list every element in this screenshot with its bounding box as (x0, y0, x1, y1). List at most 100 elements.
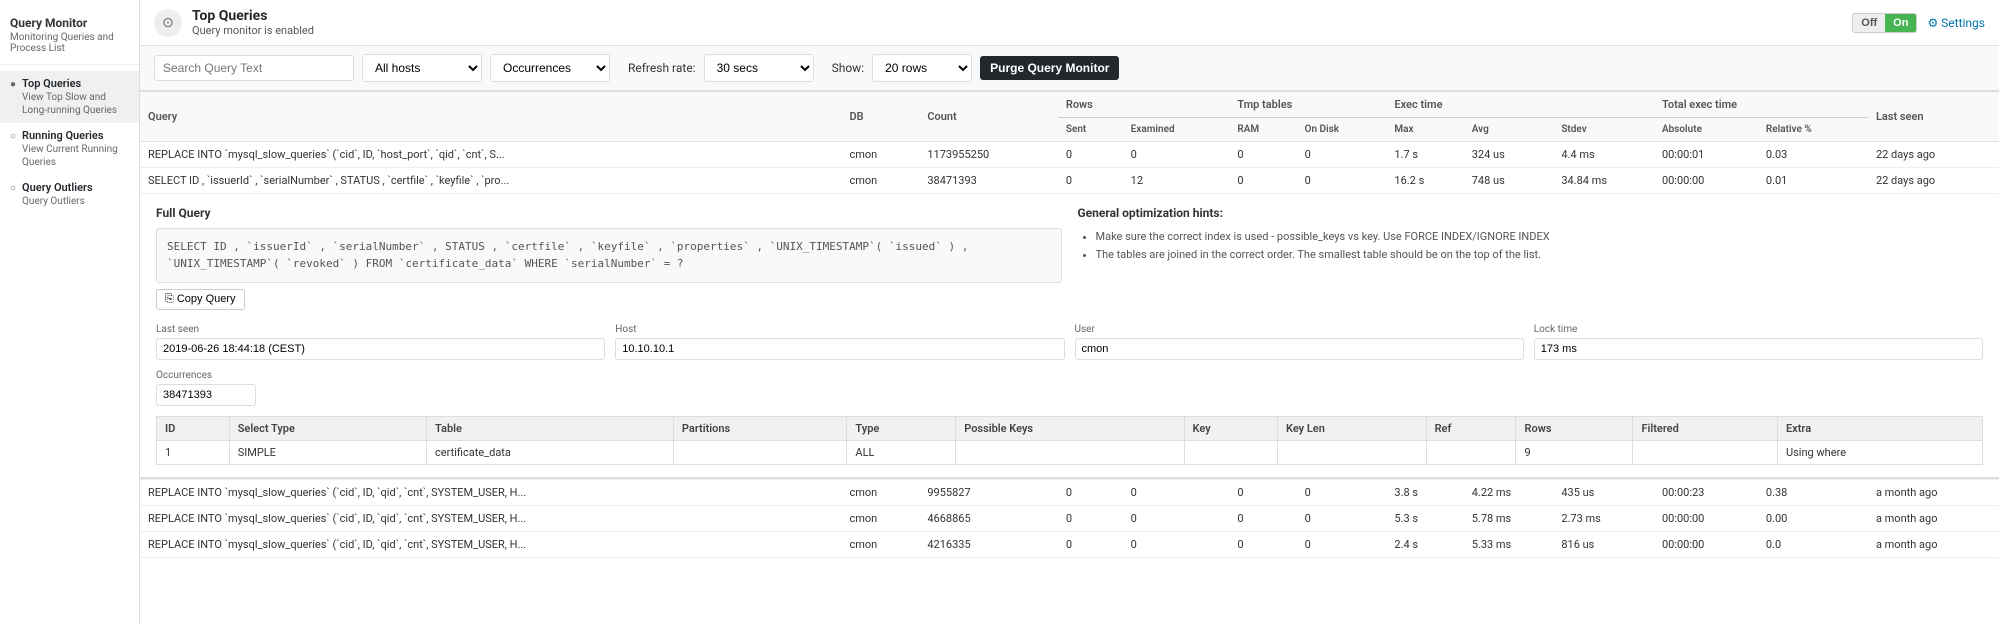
explain-th: Filtered (1633, 417, 1778, 441)
monitor-toggle[interactable]: Off On (1852, 13, 1917, 33)
sidebar-item-query-outliers[interactable]: ○ Query Outliers Query Outliers (0, 175, 139, 214)
cell-tmp-disk: 0 (1297, 168, 1387, 194)
cell-db: cmon (842, 168, 920, 194)
explain-ref (1426, 441, 1516, 465)
cell-exec-avg: 5.33 ms (1464, 532, 1554, 558)
sidebar-item-desc: View Current Running Queries (22, 143, 129, 169)
explain-th: Table (427, 417, 674, 441)
explain-possible-keys (956, 441, 1184, 465)
sidebar-item-top-queries[interactable]: ● Top Queries View Top Slow and Long-run… (0, 71, 139, 123)
sidebar-item-running-queries[interactable]: ○ Running Queries View Current Running Q… (0, 123, 139, 175)
toggle-off-button[interactable]: Off (1853, 14, 1885, 32)
hint-item: Make sure the correct index is used - po… (1096, 228, 1984, 246)
occurrences-label: Occurrences (156, 370, 1983, 381)
cell-last-seen: 22 days ago (1868, 168, 1999, 194)
meta-user: User (1075, 324, 1524, 360)
th-count: Count (919, 92, 1057, 142)
topbar-title-block: Top Queries Query monitor is enabled (192, 8, 1842, 37)
explain-th: Select Type (229, 417, 426, 441)
refresh-label: Refresh rate: (628, 61, 696, 75)
explain-th: Extra (1777, 417, 1982, 441)
cell-tmp-ram: 0 (1229, 506, 1296, 532)
explain-row: 1 SIMPLE certificate_data ALL 9 Using wh… (157, 441, 1983, 465)
cell-query: REPLACE INTO `mysql_slow_queries` (`cid`… (140, 480, 842, 506)
refresh-select[interactable]: 30 secs (704, 54, 814, 82)
hosts-select[interactable]: All hosts (362, 54, 482, 82)
explain-select-type: SIMPLE (229, 441, 426, 465)
cell-total-abs: 00:00:01 (1654, 142, 1758, 168)
explain-th: Partitions (673, 417, 847, 441)
cell-exec-stdev: 435 us (1553, 480, 1654, 506)
cell-total-rel: 0.01 (1758, 168, 1868, 194)
purge-button[interactable]: Purge Query Monitor (980, 56, 1119, 80)
cell-exec-max: 5.3 s (1386, 506, 1463, 532)
cell-exec-stdev: 4.4 ms (1553, 142, 1654, 168)
cell-tmp-ram: 0 (1229, 142, 1296, 168)
sidebar-header: Query Monitor Monitoring Queries and Pro… (0, 8, 139, 65)
cell-rows-examined: 0 (1123, 532, 1230, 558)
table-row[interactable]: REPLACE INTO `mysql_slow_queries` (`cid`… (140, 480, 1999, 506)
cell-exec-stdev: 2.73 ms (1553, 506, 1654, 532)
circle-icon: ○ (10, 183, 16, 194)
cell-last-seen: 22 days ago (1868, 142, 1999, 168)
th-tmp-group: Tmp tables (1229, 92, 1386, 118)
occurrences-section: Occurrences (156, 370, 1983, 406)
hints-section: General optimization hints: Make sure th… (1078, 206, 1984, 310)
th-total-group: Total exec time (1654, 92, 1868, 118)
cell-tmp-disk: 0 (1297, 506, 1387, 532)
occurrences-input[interactable] (156, 384, 256, 406)
cell-total-abs: 00:00:00 (1654, 506, 1758, 532)
explain-partitions (673, 441, 847, 465)
cell-count: 9955827 (919, 480, 1057, 506)
cell-total-rel: 0.03 (1758, 142, 1868, 168)
cell-exec-max: 1.7 s (1386, 142, 1463, 168)
cell-count: 4668865 (919, 506, 1057, 532)
cell-tmp-disk: 0 (1297, 142, 1387, 168)
circle-icon: ● (10, 79, 16, 90)
cell-exec-avg: 4.22 ms (1464, 480, 1554, 506)
th-db: DB (842, 92, 920, 142)
table-row[interactable]: REPLACE INTO `mysql_slow_queries` (`cid`… (140, 532, 1999, 558)
cell-query: SELECT ID , `issuerId` , `serialNumber` … (140, 168, 842, 194)
th-query: Query (140, 92, 842, 142)
full-query-section: Full Query SELECT ID , `issuerId` , `ser… (156, 206, 1062, 310)
app-subtitle: Monitoring Queries and Process List (10, 32, 129, 54)
meta-grid: Last seen Host User Lock time (156, 324, 1983, 360)
toggle-on-button[interactable]: On (1885, 14, 1916, 32)
sidebar-item-label: Running Queries (22, 129, 129, 142)
meta-lock-time: Lock time (1534, 324, 1983, 360)
table-row[interactable]: SELECT ID , `issuerId` , `serialNumber` … (140, 168, 1999, 194)
cell-tmp-ram: 0 (1229, 480, 1296, 506)
settings-button[interactable]: ⚙ Settings (1927, 16, 1985, 30)
table-row[interactable]: REPLACE INTO `mysql_slow_queries` (`cid`… (140, 142, 1999, 168)
explain-filtered (1633, 441, 1778, 465)
host-input[interactable] (615, 338, 1064, 360)
cell-total-rel: 0.00 (1758, 506, 1868, 532)
cell-rows-examined: 0 (1123, 480, 1230, 506)
th-stdev: Stdev (1553, 118, 1654, 142)
user-input[interactable] (1075, 338, 1524, 360)
cell-tmp-ram: 0 (1229, 168, 1296, 194)
cell-rows-examined: 0 (1123, 506, 1230, 532)
last-seen-input[interactable] (156, 338, 605, 360)
app-icon: ⊙ (154, 9, 182, 37)
lock-time-input[interactable] (1534, 338, 1983, 360)
show-select[interactable]: 20 rows (872, 54, 972, 82)
cell-rows-sent: 0 (1058, 480, 1123, 506)
explain-table: IDSelect TypeTablePartitionsTypePossible… (156, 416, 1983, 465)
explain-key (1184, 441, 1277, 465)
search-input[interactable] (154, 55, 354, 81)
th-exec-group: Exec time (1386, 92, 1654, 118)
cell-tmp-ram: 0 (1229, 532, 1296, 558)
expanded-row: Full Query SELECT ID , `issuerId` , `ser… (140, 194, 1999, 480)
copy-query-button[interactable]: ⎘ Copy Query (156, 289, 245, 310)
cell-last-seen: a month ago (1868, 532, 1999, 558)
sort-select[interactable]: Occurrences (490, 54, 610, 82)
table-row[interactable]: REPLACE INTO `mysql_slow_queries` (`cid`… (140, 506, 1999, 532)
cell-last-seen: a month ago (1868, 480, 1999, 506)
cell-tmp-disk: 0 (1297, 532, 1387, 558)
cell-rows-sent: 0 (1058, 142, 1123, 168)
content-area: Query DB Count Rows Tmp tables Exec time… (140, 91, 1999, 623)
cell-rows-sent: 0 (1058, 506, 1123, 532)
th-max: Max (1386, 118, 1463, 142)
